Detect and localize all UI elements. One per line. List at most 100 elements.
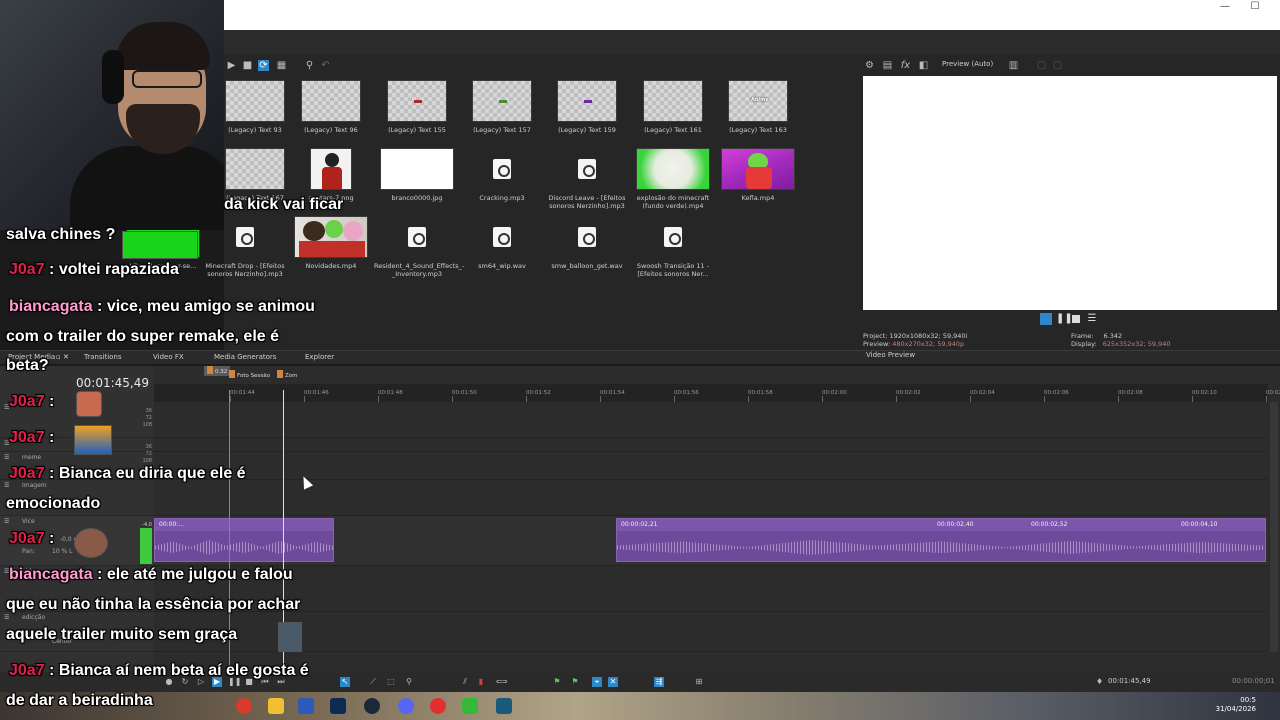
stop-icon[interactable]: ■ <box>242 60 253 71</box>
play-icon[interactable] <box>1040 313 1052 325</box>
discord-icon[interactable] <box>398 698 414 714</box>
media-item[interactable]: (Legacy) Text 167 <box>212 148 298 202</box>
undo-icon[interactable]: ↶ <box>320 60 331 71</box>
steam-icon[interactable] <box>364 698 380 714</box>
media-item[interactable]: Novidades.mp4 <box>288 216 374 270</box>
tab-project-media[interactable]: Project Media <box>8 353 55 361</box>
media-item[interactable]: Resident_4_Sound_Effects_-_Inventory.mp3 <box>374 216 464 278</box>
track-row[interactable] <box>154 402 1268 438</box>
go-to-end-icon[interactable]: ⏭ <box>276 677 286 687</box>
stop-icon[interactable] <box>1072 315 1080 323</box>
track-header[interactable]: ☰ Imagem <box>0 480 154 516</box>
pause-icon[interactable]: ❚❚ <box>1056 313 1073 325</box>
split-icon[interactable]: ⫽ <box>460 677 470 687</box>
track-menu-icon[interactable]: ☰ <box>4 568 14 575</box>
audio-clip[interactable]: 00:00:... <box>154 518 334 562</box>
snapping-icon[interactable]: ⌖ <box>592 677 602 687</box>
media-item[interactable]: (Legacy) Text 159 <box>544 80 630 134</box>
close-icon[interactable]: ▫ ✕ <box>56 353 69 361</box>
auto-preview-icon[interactable]: ⟳ <box>258 60 269 71</box>
vegas-icon[interactable] <box>496 698 512 714</box>
copy-snapshot-icon[interactable]: ▢ <box>1036 60 1047 71</box>
record-icon[interactable]: ● <box>164 677 174 687</box>
auto-ripple-icon[interactable]: ⇶ <box>654 677 664 687</box>
play-icon[interactable]: ▶ <box>226 60 237 71</box>
zoom-icon[interactable]: ⚲ <box>304 60 315 71</box>
media-item[interactable]: avatars-7.png <box>288 148 374 202</box>
auto-crossfade-icon[interactable]: ✕ <box>608 677 618 687</box>
track-menu-icon[interactable]: ☰ <box>4 404 14 411</box>
track-menu-icon[interactable]: ☰ <box>4 614 14 621</box>
fx-icon[interactable]: fx <box>900 60 911 71</box>
minimize-button[interactable]: — <box>1210 0 1240 14</box>
tab-explorer[interactable]: Explorer <box>305 353 334 361</box>
media-item[interactable]: explosão do minecraft (fundo verde).mp4 <box>630 148 716 210</box>
system-clock[interactable]: 00:5 31/04/2026 <box>1216 696 1256 714</box>
media-item[interactable]: branco0000.jpg <box>374 148 460 202</box>
tab-video-fx[interactable]: Video FX <box>153 353 184 361</box>
track-row[interactable] <box>154 612 1268 652</box>
media-item[interactable]: Cracking.mp3 <box>459 148 545 202</box>
track-menu-icon[interactable]: ☰ <box>4 482 14 489</box>
media-item[interactable]: (Legacy) Text 161 <box>630 80 716 134</box>
track-menu-icon[interactable]: ☰ <box>4 518 14 525</box>
media-item[interactable]: Swoosh Transição 11 - [Efeitos sonoros N… <box>630 216 716 278</box>
track-header[interactable]: ☰ 36 72 108 <box>0 402 154 438</box>
track-header[interactable]: ☰ video <box>0 566 154 612</box>
go-to-start-icon[interactable]: ⏮ <box>260 677 270 687</box>
zoom-tool-icon[interactable]: ⚲ <box>404 677 414 687</box>
opera-icon[interactable] <box>430 698 446 714</box>
save-snapshot-icon[interactable]: ▢ <box>1052 60 1063 71</box>
stop-icon[interactable]: ■ <box>244 677 254 687</box>
track-row[interactable] <box>154 438 1268 452</box>
media-item[interactable]: (Legacy) Text 93 <box>212 80 298 134</box>
media-item[interactable]: smw_balloon_get.wav <box>544 216 630 270</box>
region-icon[interactable]: ⚑ <box>570 677 580 687</box>
envelope-tool-icon[interactable]: ⟋ <box>368 677 378 687</box>
project-properties-icon[interactable]: ▤ <box>882 60 893 71</box>
track-header[interactable]: ☰ 36 72 108 <box>0 438 154 464</box>
normal-edit-tool-icon[interactable]: ↖ <box>340 677 350 687</box>
split-screen-icon[interactable]: ◧ <box>918 60 929 71</box>
trim-icon[interactable]: ▮ <box>476 677 486 687</box>
track-row[interactable] <box>154 566 1268 612</box>
media-item[interactable]: (Legacy) Text 155 <box>374 80 460 134</box>
lock-envelopes-icon[interactable]: ⊞ <box>694 677 704 687</box>
tab-media-generators[interactable]: Media Generators <box>214 353 276 361</box>
media-item[interactable]: Anime (Legacy) Text 163 <box>715 80 801 134</box>
media-item[interactable]: ⋯ (Legacy) Text 96 <box>288 80 374 134</box>
play-from-start-icon[interactable]: ▷ <box>196 677 206 687</box>
track-header[interactable]: ☰ Vice -4.0 Pan: 10 % L -0,0 dB <box>0 516 154 566</box>
track-row[interactable]: 00:00:... 00:00:02,21 00:00:02,40 00:00:… <box>154 516 1268 566</box>
preview-quality-dropdown[interactable]: Preview (Auto) <box>942 60 993 68</box>
media-item[interactable]: Discord Leave - [Efeitos sonoros Nerzinh… <box>544 148 630 210</box>
chrome-icon[interactable] <box>236 698 252 714</box>
track-menu-icon[interactable]: ☰ <box>4 454 14 461</box>
photoshop-icon[interactable] <box>330 698 346 714</box>
time-ruler[interactable]: 00:01:44 00:01:46 00:01:48 00:01:50 00:01:52… <box>154 384 1280 402</box>
media-item[interactable]: (Legacy) Text 157 <box>459 80 545 134</box>
track-row[interactable] <box>154 480 1268 516</box>
selection-tool-icon[interactable]: ⬚ <box>386 677 396 687</box>
play-icon[interactable]: ▶ <box>212 677 222 687</box>
view-icon[interactable]: ▦ <box>276 60 287 71</box>
playhead[interactable] <box>283 390 284 672</box>
overlays-icon[interactable]: ▥ <box>1008 60 1019 71</box>
tab-transitions[interactable]: Transitions <box>84 353 122 361</box>
media-item[interactable]: sm64_wip.wav <box>459 216 545 270</box>
track-area[interactable]: 00:00:... 00:00:02,21 00:00:02,40 00:00:… <box>154 402 1268 672</box>
settings-icon[interactable]: ⚙ <box>864 60 875 71</box>
file-explorer-icon[interactable] <box>268 698 284 714</box>
word-icon[interactable] <box>298 698 314 714</box>
maximize-button[interactable]: ☐ <box>1240 0 1270 14</box>
close-button[interactable]: ✕ <box>1270 0 1280 14</box>
track-row[interactable] <box>154 452 1268 480</box>
audio-clip[interactable]: 00:00:02,21 00:00:02,40 00:00:02,52 00:0… <box>616 518 1266 562</box>
media-item[interactable]: Kefla.mp4 <box>715 148 801 202</box>
region-marker[interactable]: Zom <box>274 370 301 380</box>
tab-video-preview[interactable]: Video Preview <box>866 351 915 359</box>
pause-icon[interactable]: ❚❚ <box>228 677 241 687</box>
track-menu-icon[interactable]: ☰ <box>4 440 14 447</box>
ripple-icon[interactable]: ⟺ <box>496 677 507 687</box>
loop-icon[interactable]: ↻ <box>180 677 190 687</box>
